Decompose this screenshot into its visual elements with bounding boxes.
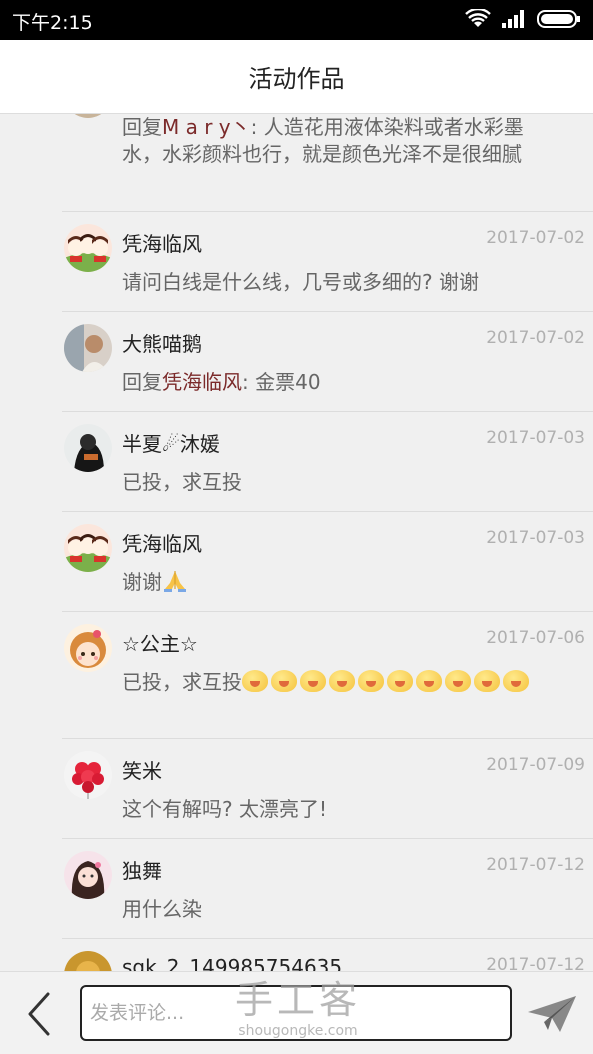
page-title: 活动作品 (248, 65, 345, 93)
avatar[interactable] (64, 851, 112, 899)
cartoon-girl-avatar-image (64, 624, 112, 672)
status-time: 下午2:15 (12, 12, 93, 34)
comment-item: ☆公主☆ 2017-07-06 已投，求互投 (0, 612, 593, 739)
avatar[interactable] (64, 624, 112, 672)
reply-to-name[interactable]: 凭海临风 (162, 370, 242, 394)
comment-text: 回复M a r y丶: 人造花用液体染料或者水彩墨水，水彩颜料也行，就是颜色光泽… (122, 114, 532, 168)
avatar[interactable] (64, 751, 112, 799)
comment-body: 谢谢 (122, 570, 162, 594)
comment-date: 2017-07-02 (486, 328, 585, 348)
comment-item: sgk_2_149985754635 2017-07-12 (0, 939, 593, 971)
laughing-face-emoji (387, 670, 413, 692)
comment-text: 谢谢 (122, 568, 532, 597)
commenter-name[interactable]: sgk_2_149985754635 (122, 955, 342, 971)
comment-date: 2017-07-12 (486, 955, 585, 971)
comment-text: 已投，求互投 (122, 470, 242, 494)
commenter-name[interactable]: 凭海临风 (122, 528, 202, 557)
comment-item: 独舞 2017-07-12 用什么染 (0, 839, 593, 939)
comment-date: 2017-07-03 (486, 528, 585, 548)
commenter-name[interactable]: 独舞 (122, 855, 162, 884)
laughing-face-emoji (416, 670, 442, 692)
laughing-face-emoji (474, 670, 500, 692)
comment-text: 回复凭海临风: 金票40 (122, 368, 532, 397)
comment-item: 大熊喵鹅 2017-07-02 回复凭海临风: 金票40 (0, 312, 593, 412)
photo-avatar-image (64, 951, 112, 971)
comment-date: 2017-07-02 (486, 228, 585, 248)
comment-date: 2017-07-09 (486, 755, 585, 775)
comment-input[interactable] (80, 985, 512, 1041)
photo-avatar-image (64, 424, 112, 472)
photo-avatar-image (64, 851, 112, 899)
commenter-name[interactable]: 大熊喵鹅 (122, 328, 202, 357)
commenter-name[interactable]: 凭海临风 (122, 228, 202, 257)
avatar[interactable] (64, 224, 112, 272)
reply-prefix: 回复 (122, 370, 162, 394)
battery-icon (537, 10, 580, 28)
laughing-face-emoji (503, 670, 529, 692)
laughing-face-emoji (271, 670, 297, 692)
status-icons (465, 9, 581, 29)
header: 活动作品 (0, 40, 593, 114)
comment-text: 用什么染 (122, 897, 202, 921)
commenter-name[interactable]: 半夏☄沐媛 (122, 428, 220, 457)
folded-hands-emoji (164, 571, 186, 592)
avatar[interactable] (64, 524, 112, 572)
heart-balloons-avatar-image (64, 751, 112, 799)
cartoon-kids-avatar-image (64, 524, 112, 572)
comment-item: 半夏☄沐媛 2017-07-03 已投，求互投 (0, 412, 593, 512)
commenter-name[interactable]: ☆公主☆ (122, 628, 198, 657)
wifi-icon (465, 9, 491, 27)
status-bar: 下午2:15 (0, 0, 593, 40)
laughing-face-emoji (300, 670, 326, 692)
comment-partial: 回复M a r y丶: 人造花用液体染料或者水彩墨水，水彩颜料也行，就是颜色光泽… (0, 114, 593, 212)
comment-date: 2017-07-06 (486, 628, 585, 648)
comment-list[interactable]: 回复M a r y丶: 人造花用液体染料或者水彩墨水，水彩颜料也行，就是颜色光泽… (0, 114, 593, 971)
comment-date: 2017-07-12 (486, 855, 585, 875)
comment-text: 这个有解吗? 太漂亮了! (122, 797, 327, 821)
reply-to-name[interactable]: M a r y丶 (162, 115, 251, 139)
comment-body: : 金票40 (242, 370, 321, 394)
comment-text: 已投，求互投 (122, 668, 532, 697)
laughing-face-emoji (329, 670, 355, 692)
comment-date: 2017-07-03 (486, 428, 585, 448)
cartoon-kids-avatar-image (64, 224, 112, 272)
avatar[interactable] (64, 951, 112, 971)
laughing-face-emoji (242, 670, 268, 692)
comment-item: 笑米 2017-07-09 这个有解吗? 太漂亮了! (0, 739, 593, 839)
comment-item: 凭海临风 2017-07-03 谢谢 (0, 512, 593, 612)
laughing-face-emoji (445, 670, 471, 692)
comment-item: 凭海临风 2017-07-02 请问白线是什么线，几号或多细的? 谢谢 (0, 212, 593, 312)
avatar[interactable] (64, 324, 112, 372)
comment-composer (0, 971, 593, 1054)
comment-body: 已投，求互投 (122, 670, 242, 694)
photo-avatar-image (64, 324, 112, 372)
reply-prefix: 回复 (122, 115, 162, 139)
avatar (64, 114, 112, 118)
paper-plane-icon[interactable] (526, 994, 578, 1034)
signal-icon (502, 10, 524, 28)
avatar[interactable] (64, 424, 112, 472)
commenter-name[interactable]: 笑米 (122, 755, 162, 784)
chevron-left-icon[interactable] (20, 990, 60, 1038)
laughing-face-emoji (358, 670, 384, 692)
comment-text: 请问白线是什么线，几号或多细的? 谢谢 (122, 270, 479, 294)
